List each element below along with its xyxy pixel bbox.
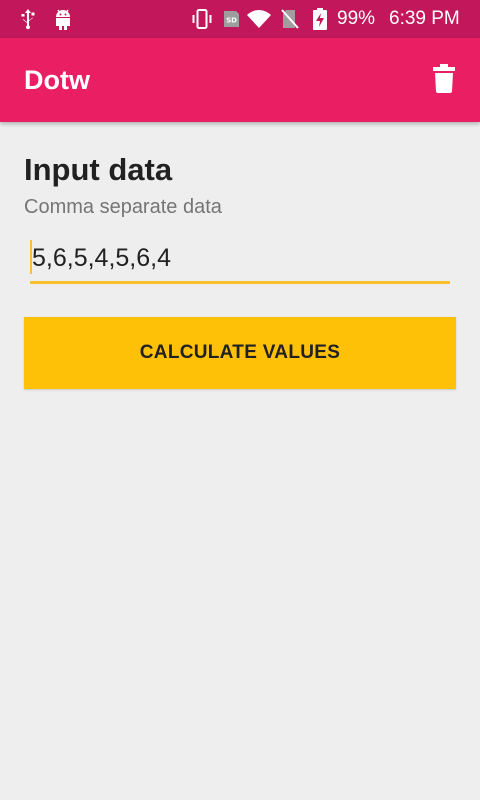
vibrate-icon [190,7,214,31]
data-input-field[interactable] [30,238,450,278]
battery-charging-icon [312,7,328,31]
wifi-icon [246,7,272,31]
sd-label: SD [226,17,237,25]
no-sim-icon [280,7,300,31]
app-title: Dotw [24,65,90,95]
data-input-container [30,238,450,284]
app-bar: Dotw [0,38,480,122]
clock-time: 6:39 PM [389,8,460,29]
delete-icon [432,63,456,98]
battery-percent: 99% [337,8,376,29]
input-heading: Input data [24,152,173,187]
android-icon [52,7,74,31]
input-subheading: Comma separate data [24,196,222,218]
delete-button[interactable] [426,62,462,98]
sd-card-icon: SD [220,7,242,31]
status-bar: SD 99% 6:39 PM [0,0,480,38]
calculate-values-button[interactable]: CALCULATE VALUES [24,317,456,389]
usb-icon [18,7,38,31]
